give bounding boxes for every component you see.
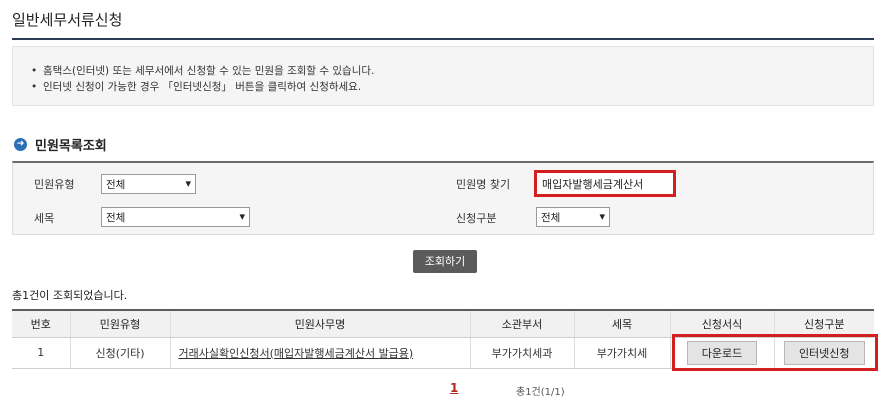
internet-apply-button[interactable]: 인터넷신청 [783,340,865,365]
tax-item-label: 세목 [34,212,55,225]
section-title: 민원목록조회 [35,139,107,154]
chevron-down-icon: ▾ [239,210,245,223]
table-row: 1 신청(기타) 거래사실확인신청서(매입자발행세금계산서 발급용) 부가가치세… [12,337,874,369]
arrow-right-circle-icon: ➜ [14,138,27,151]
page-number-current[interactable]: 1 [450,381,458,395]
complaint-name-link[interactable]: 거래사실확인신청서(매입자발행세금계산서 발급용) [169,337,470,369]
form-cell: 다운로드 [669,337,774,369]
column-header: 번호 [12,309,70,338]
pagination-total: 총1건(1/1) [516,387,565,398]
tax-item-select[interactable]: 전체 ▾ [101,207,250,227]
download-button[interactable]: 다운로드 [686,340,758,365]
column-header: 세목 [573,309,670,338]
column-header: 민원사무명 [169,309,470,338]
result-table: 번호 민원유형 민원사무명 소관부서 세목 신청서식 신청구분 1 신청(기타)… [12,309,874,369]
column-header: 소관부서 [469,309,574,338]
chevron-down-icon: ▾ [185,177,191,190]
column-header: 신청서식 [669,309,774,338]
section-header: ➜ 민원목록조회 [14,135,107,154]
table-header-row: 번호 민원유형 민원사무명 소관부서 세목 신청서식 신청구분 [12,309,874,338]
result-count: 총1건이 조회되었습니다. [12,289,128,302]
chevron-down-icon: ▾ [599,210,605,223]
page-title: 일반세무서류신청 [12,11,123,29]
info-line: • 인터넷 신청이 가능한 경우 「인터넷신청」 버튼을 클릭하여 신청하세요. [31,81,362,93]
row-number: 1 [12,337,70,369]
info-line: • 홈택스(인터넷) 또는 세무서에서 신청할 수 있는 민원을 조회할 수 있습… [31,65,375,77]
info-box: • 홈택스(인터넷) 또는 세무서에서 신청할 수 있는 민원을 조회할 수 있습… [12,46,874,106]
column-header: 신청구분 [773,309,874,338]
apply-type-label: 신청구분 [456,212,497,225]
column-header: 민원유형 [69,309,170,338]
complaint-name-input[interactable]: 매입자발행세금계산서 [534,170,676,197]
title-divider [12,38,874,40]
complaint-type-label: 민원유형 [34,178,75,191]
row-dept: 부가가치세과 [469,337,574,369]
apply-cell: 인터넷신청 [773,337,874,369]
apply-type-select[interactable]: 전체 ▾ [536,207,610,227]
row-tax: 부가가치세 [573,337,670,369]
complaint-name-label: 민원명 찾기 [456,178,511,191]
complaint-type-select[interactable]: 전체 ▾ [101,174,196,194]
search-button[interactable]: 조회하기 [413,250,477,273]
row-type: 신청(기타) [69,337,170,369]
